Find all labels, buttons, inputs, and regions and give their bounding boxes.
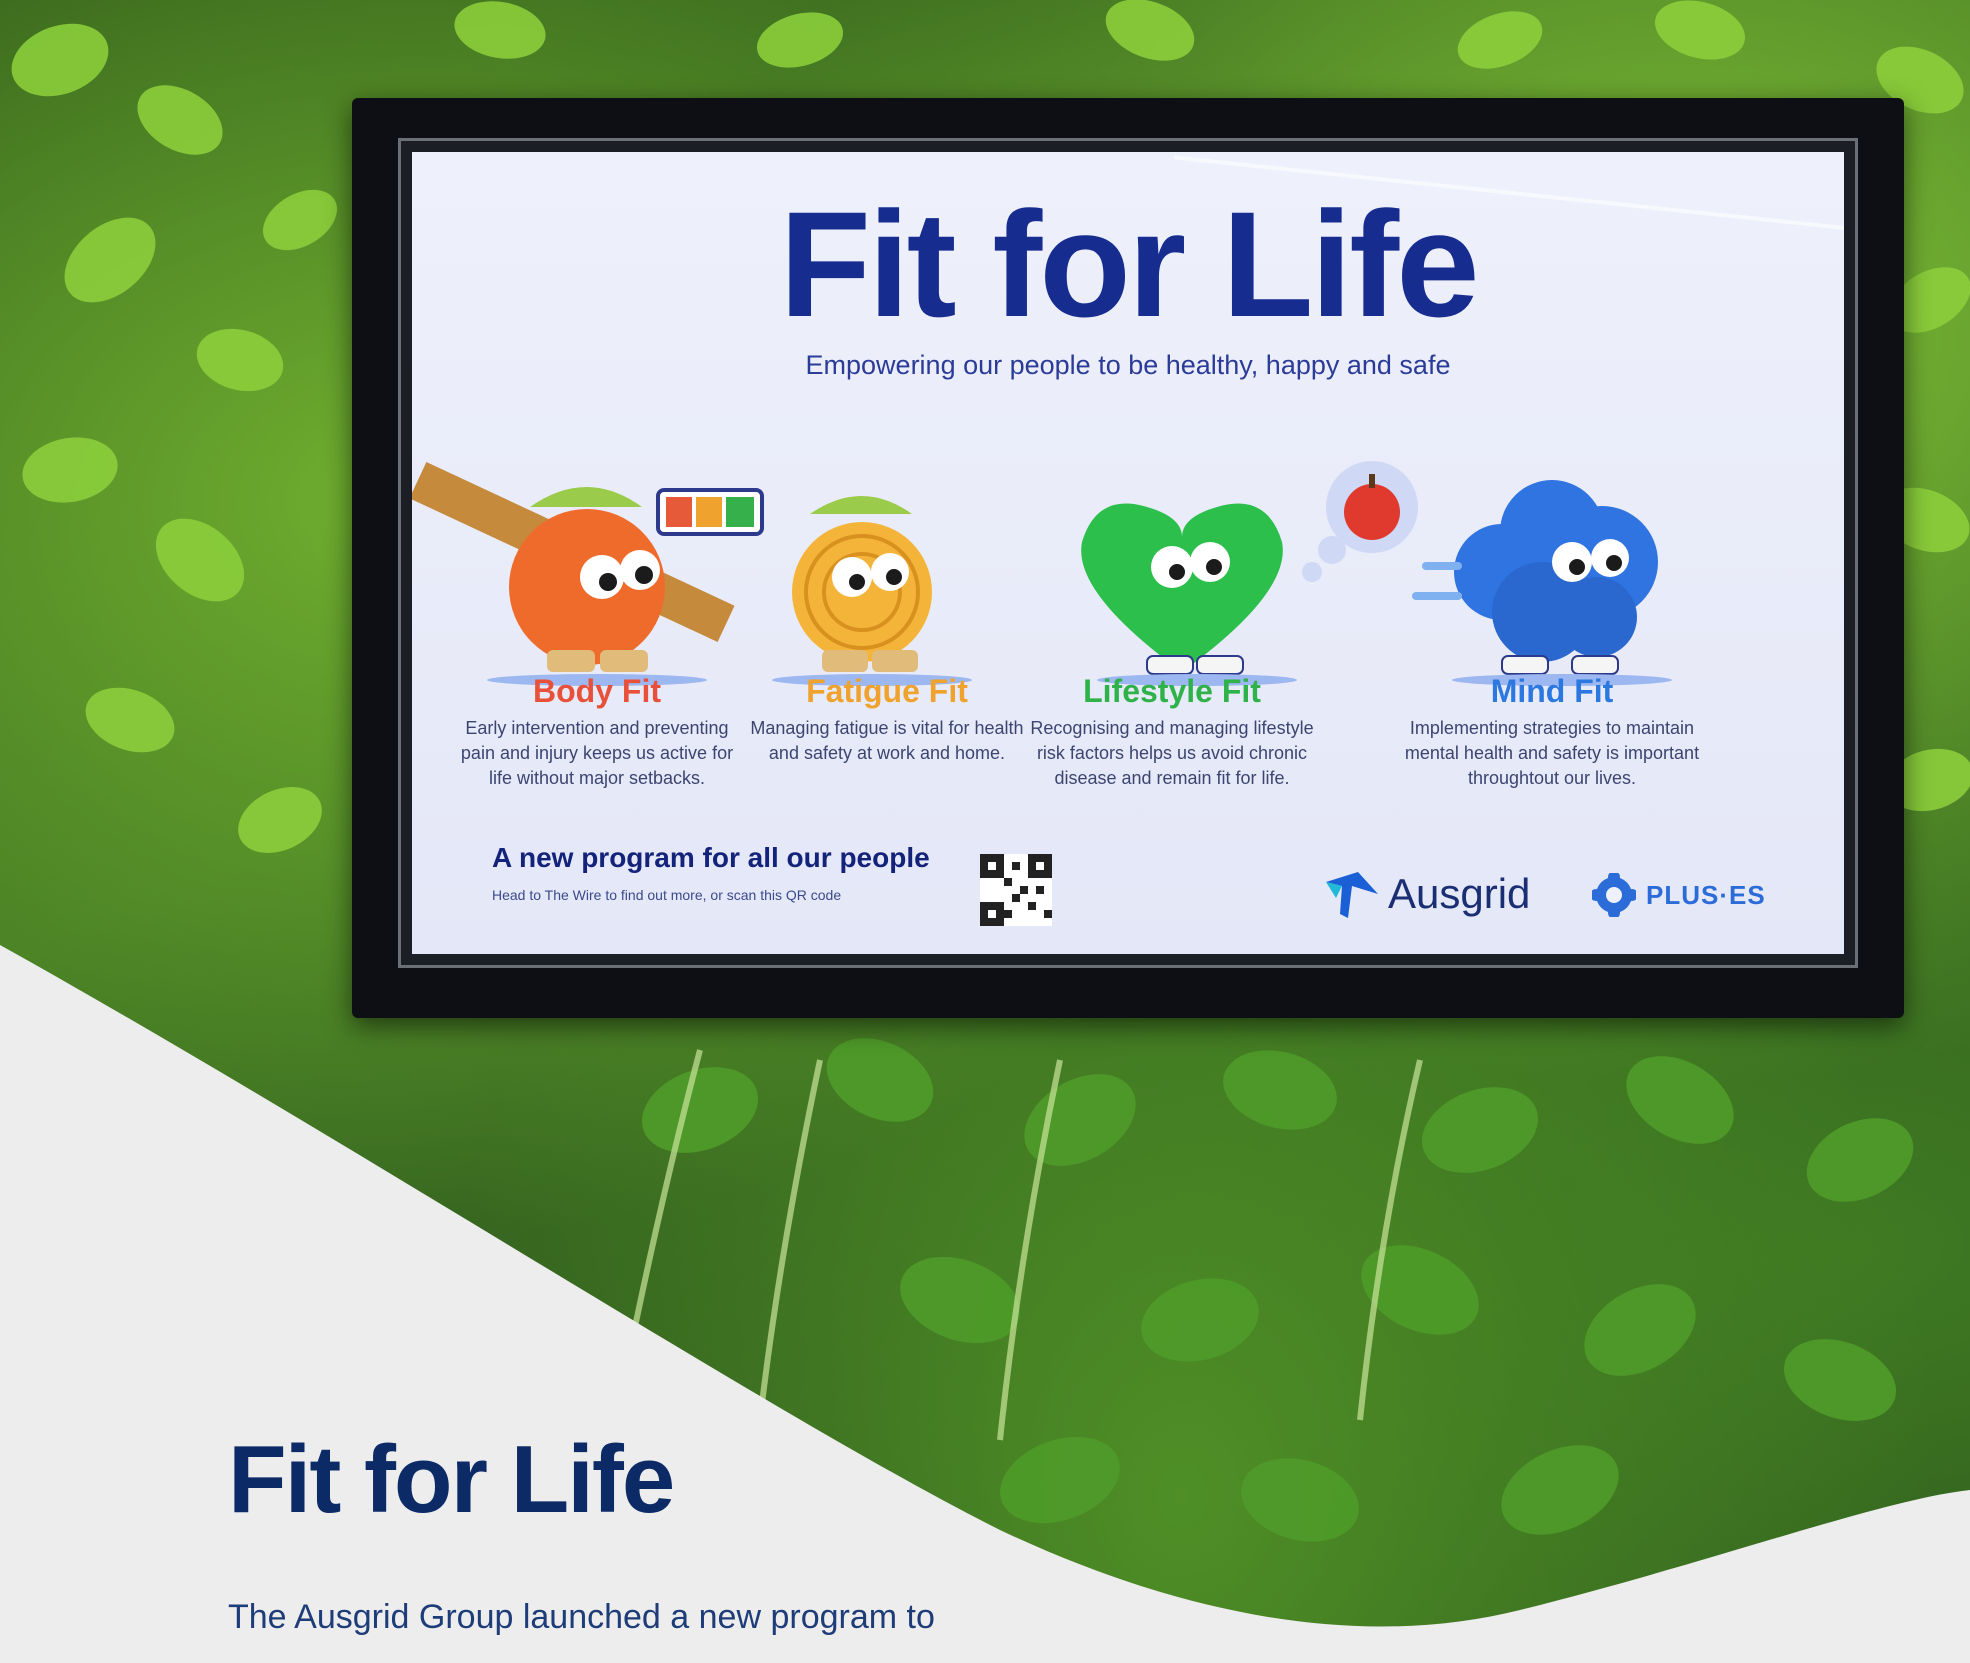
article-body: The Ausgrid Group launched a new program… — [228, 1598, 935, 1636]
article-title: Fit for Life — [228, 1426, 675, 1533]
foreground-curve-panel — [0, 945, 1970, 1663]
